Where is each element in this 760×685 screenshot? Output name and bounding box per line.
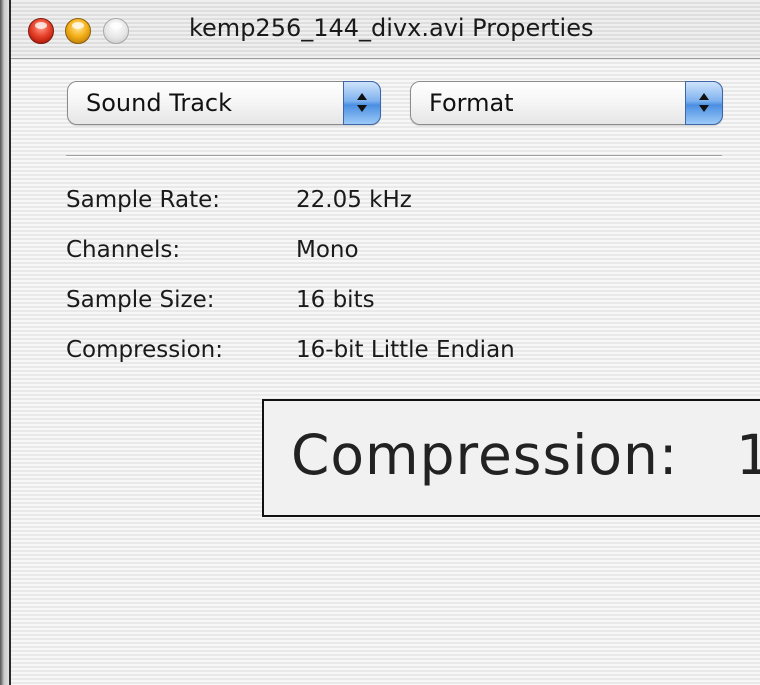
magnified-compression-value: 1 [736, 423, 760, 487]
title-bar[interactable]: kemp256_144_divx.avi Properties [11, 0, 760, 59]
magnified-compression-label: Compression: [291, 423, 679, 487]
popup-arrows-icon [343, 81, 381, 125]
separator-line [66, 155, 722, 157]
properties-window: kemp256_144_divx.avi Properties Sound Tr… [9, 0, 760, 685]
compression-value: 16-bit Little Endian [296, 337, 515, 363]
arrow-down-icon [699, 105, 709, 112]
sample-rate-label: Sample Rate: [66, 187, 221, 213]
close-window-button[interactable] [28, 18, 54, 44]
channels-label: Channels: [66, 237, 181, 263]
channels-value: Mono [296, 237, 359, 263]
track-popup-button[interactable]: Sound Track [67, 81, 381, 125]
arrow-up-icon [699, 93, 709, 100]
compression-label: Compression: [66, 337, 223, 363]
window-title: kemp256_144_divx.avi Properties [189, 14, 594, 42]
minimize-window-button[interactable] [65, 18, 91, 44]
screenshot-frame: kemp256_144_divx.avi Properties Sound Tr… [0, 0, 760, 685]
arrow-down-icon [357, 105, 367, 112]
sample-size-label: Sample Size: [66, 287, 215, 313]
category-popup-label: Format [429, 89, 514, 117]
sample-size-value: 16 bits [296, 287, 375, 313]
zoom-window-button[interactable] [103, 18, 129, 44]
magnified-callout: Compression: 1 [262, 399, 760, 517]
category-popup-button[interactable]: Format [410, 81, 723, 125]
arrow-up-icon [357, 93, 367, 100]
track-popup-label: Sound Track [86, 89, 233, 117]
sample-rate-value: 22.05 kHz [296, 187, 412, 213]
popup-arrows-icon [685, 81, 723, 125]
desktop-edge [0, 0, 9, 685]
